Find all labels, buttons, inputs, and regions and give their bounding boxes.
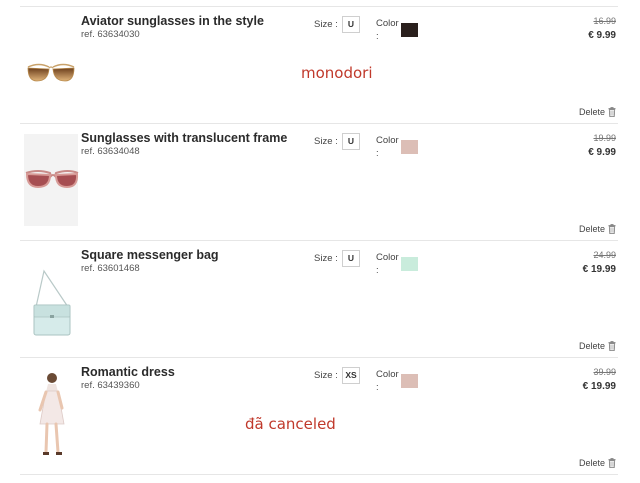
product-image[interactable] [22, 366, 80, 462]
product-ref: ref. 63634030 [81, 29, 140, 40]
annotation-canceled: đã canceled [245, 415, 336, 433]
size-label: Size : [314, 136, 338, 147]
product-title[interactable]: Square messenger bag [81, 248, 219, 262]
original-price: 24.99 [593, 250, 616, 260]
trash-icon [608, 341, 616, 351]
product-title[interactable]: Sunglasses with translucent frame [81, 131, 287, 145]
size-value: U [342, 16, 360, 33]
original-price: 39.99 [593, 367, 616, 377]
size-label: Size : [314, 253, 338, 264]
delete-button[interactable]: Delete [579, 224, 616, 234]
product-image[interactable] [22, 249, 80, 345]
delete-button[interactable]: Delete [579, 458, 616, 468]
size-label: Size : [314, 19, 338, 30]
product-ref: ref. 63439360 [81, 380, 140, 391]
color-label: Color: [376, 18, 399, 42]
product-image[interactable] [22, 132, 80, 228]
color-swatch [401, 374, 418, 388]
delete-label: Delete [578, 458, 605, 468]
color-label: Color: [376, 252, 399, 276]
delete-label: Delete [578, 224, 605, 234]
color-swatch [401, 140, 418, 154]
product-title[interactable]: Aviator sunglasses in the style [81, 14, 264, 28]
cart-item: Square messenger bag ref. 63601468 Size … [20, 240, 618, 357]
annotation-monodori: monodori [301, 64, 373, 82]
product-ref: ref. 63601468 [81, 263, 140, 274]
size-value: U [342, 133, 360, 150]
aviator-sunglasses-icon [27, 63, 75, 82]
trash-icon [608, 458, 616, 468]
original-price: 16.99 [593, 16, 616, 26]
trash-icon [608, 224, 616, 234]
color-swatch [401, 23, 418, 37]
size-label: Size : [314, 370, 338, 381]
delete-label: Delete [578, 107, 605, 117]
product-title[interactable]: Romantic dress [81, 365, 175, 379]
color-label: Color: [376, 369, 399, 393]
trash-icon [608, 107, 616, 117]
sale-price: € 19.99 [582, 264, 616, 275]
color-swatch [401, 257, 418, 271]
sale-price: € 9.99 [588, 30, 616, 41]
dress-icon [38, 373, 65, 455]
original-price: 19.99 [593, 133, 616, 143]
delete-button[interactable]: Delete [579, 341, 616, 351]
sale-price: € 19.99 [582, 381, 616, 392]
color-label: Color: [376, 135, 399, 159]
product-image[interactable] [22, 15, 80, 111]
product-ref: ref. 63634048 [81, 146, 140, 157]
size-value: XS [342, 367, 360, 384]
size-value: U [342, 250, 360, 267]
delete-label: Delete [578, 341, 605, 351]
translucent-sunglasses-icon [24, 134, 79, 226]
cart-item: Sunglasses with translucent frame ref. 6… [20, 123, 618, 240]
delete-button[interactable]: Delete [579, 107, 616, 117]
sale-price: € 9.99 [588, 147, 616, 158]
messenger-bag-icon [33, 269, 71, 336]
